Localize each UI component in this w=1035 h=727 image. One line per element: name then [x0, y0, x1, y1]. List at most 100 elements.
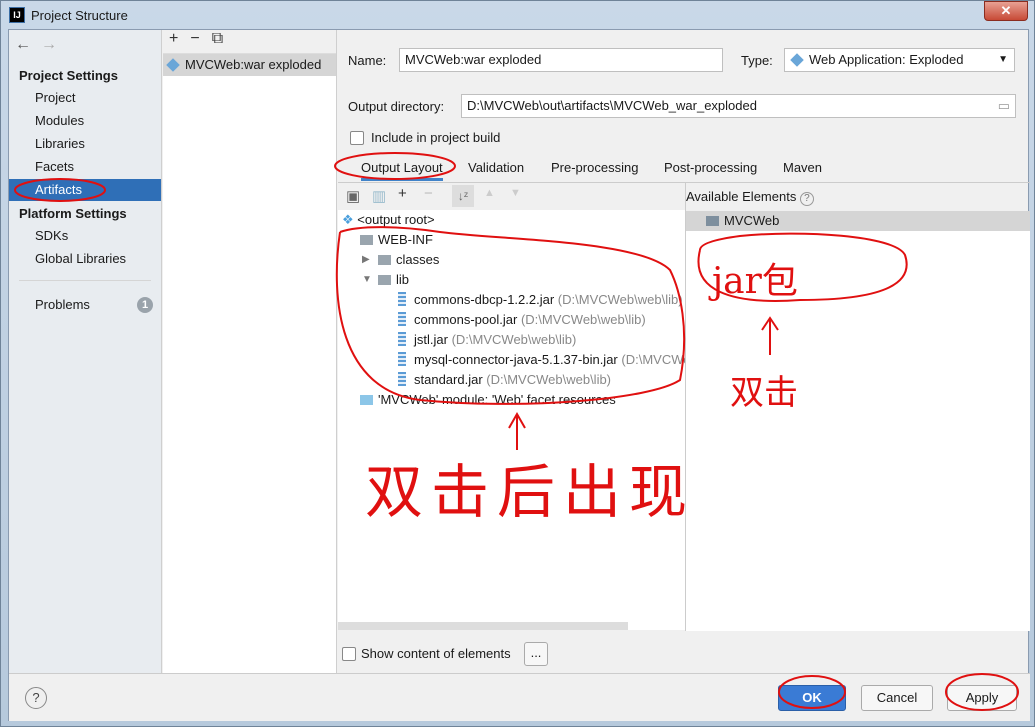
add-copy-icon[interactable]: +: [398, 185, 407, 202]
tree-facet-resources[interactable]: 'MVCWeb' module: 'Web' facet resources: [360, 390, 616, 410]
tree-web-inf[interactable]: WEB-INF: [360, 230, 433, 250]
remove-artifact-button[interactable]: −: [190, 30, 199, 47]
available-elements-title: Available Elements: [686, 189, 797, 204]
sidebar-item-sdks[interactable]: SDKs: [9, 225, 161, 247]
jar-icon: [398, 312, 406, 326]
move-down-icon[interactable]: ▼: [510, 187, 521, 199]
folder-icon: [360, 235, 373, 245]
type-value: Web Application: Exploded: [809, 52, 964, 67]
tree-output-root[interactable]: ❖ <output root>: [342, 210, 435, 230]
close-button[interactable]: ✕: [984, 1, 1028, 21]
collapse-arrow-icon[interactable]: ▼: [362, 274, 372, 285]
available-item-mvcweb[interactable]: MVCWeb: [686, 211, 1030, 231]
show-content-label: Show content of elements: [361, 646, 511, 661]
chevron-down-icon: ▼: [998, 54, 1008, 65]
available-elements-panel: Available Elements ? MVCWeb: [685, 182, 1030, 631]
folder-icon: [378, 275, 391, 285]
title-bar: IJ Project Structure ✕: [1, 1, 1034, 29]
copy-artifact-button[interactable]: ⧉: [212, 30, 223, 47]
tree-classes[interactable]: classes: [378, 250, 439, 270]
output-directory-label: Output directory:: [348, 99, 445, 114]
type-select[interactable]: Web Application: Exploded ▼: [784, 48, 1015, 72]
jar-icon: [398, 372, 406, 386]
tree-jar[interactable]: standard.jar (D:\MVCWeb\web\lib): [398, 370, 611, 390]
jar-name: commons-pool.jar: [414, 312, 518, 327]
name-label: Name:: [348, 53, 387, 68]
sidebar-item-global-libraries[interactable]: Global Libraries: [9, 248, 161, 270]
jar-name: jstl.jar: [414, 332, 448, 347]
tab-bar: Output Layout Validation Pre-processing …: [338, 156, 1030, 182]
output-directory-input[interactable]: D:\MVCWeb\out\artifacts\MVCWeb_war_explo…: [461, 94, 1016, 118]
sidebar: ← → Project Settings Project Modules Libr…: [9, 30, 162, 673]
module-icon: [706, 216, 719, 226]
sidebar-item-artifacts[interactable]: Artifacts: [9, 179, 161, 201]
output-directory-value: D:\MVCWeb\out\artifacts\MVCWeb_war_explo…: [467, 98, 757, 113]
jar-path: (D:\MVCWeb\web\lib): [557, 292, 683, 307]
project-settings-heading: Project Settings: [19, 68, 118, 83]
cancel-button[interactable]: Cancel: [861, 685, 933, 711]
web-app-icon: [790, 53, 804, 67]
web-facet-icon: [360, 395, 373, 405]
include-in-build-label: Include in project build: [371, 130, 501, 145]
jar-name: mysql-connector-java-5.1.37-bin.jar: [414, 352, 618, 367]
tab-post-processing[interactable]: Post-processing: [664, 160, 757, 175]
jar-icon: [398, 352, 406, 366]
tree-jar[interactable]: jstl.jar (D:\MVCWeb\web\lib): [398, 330, 576, 350]
lib-label: lib: [396, 272, 410, 287]
show-content-options-button[interactable]: ...: [524, 642, 548, 666]
ok-button[interactable]: OK: [778, 685, 846, 711]
artifact-list-panel: + − ⧉ MVCWeb:war exploded: [163, 30, 337, 673]
add-archive-icon[interactable]: ▥: [372, 187, 386, 205]
output-root-icon: ❖: [342, 212, 354, 227]
apply-button[interactable]: Apply: [947, 685, 1017, 711]
intellij-icon: IJ: [9, 7, 25, 23]
type-label: Type:: [741, 53, 773, 68]
tab-pre-processing[interactable]: Pre-processing: [551, 160, 638, 175]
tab-validation[interactable]: Validation: [468, 160, 524, 175]
horizontal-scrollbar[interactable]: [338, 622, 628, 630]
dialog-footer: ? OK Cancel Apply: [9, 673, 1030, 721]
sidebar-item-libraries[interactable]: Libraries: [9, 133, 161, 155]
jar-name: standard.jar: [414, 372, 483, 387]
name-input[interactable]: MVCWeb:war exploded: [399, 48, 723, 72]
tree-jar[interactable]: commons-pool.jar (D:\MVCWeb\web\lib): [398, 310, 646, 330]
window-title: Project Structure: [31, 7, 128, 23]
include-in-build-checkbox[interactable]: [350, 131, 364, 145]
tree-jar[interactable]: mysql-connector-java-5.1.37-bin.jar (D:\…: [398, 350, 685, 370]
folder-browse-icon[interactable]: ▭: [998, 95, 1010, 117]
jar-icon: [398, 332, 406, 346]
forward-icon[interactable]: →: [41, 36, 57, 53]
remove-icon[interactable]: −: [424, 185, 433, 202]
artifact-details: Name: MVCWeb:war exploded Type: Web Appl…: [338, 30, 1030, 673]
platform-settings-heading: Platform Settings: [19, 206, 127, 221]
new-directory-icon[interactable]: ▣: [346, 187, 360, 205]
move-up-icon[interactable]: ▲: [484, 187, 495, 199]
jar-path: (D:\MVCWeb\web\lib): [486, 372, 612, 387]
sidebar-item-facets[interactable]: Facets: [9, 156, 161, 178]
jar-path: (D:\MVCWeb\web\lib): [520, 312, 646, 327]
tab-maven[interactable]: Maven: [783, 160, 822, 175]
sort-icon[interactable]: ↓ᶻ: [452, 185, 474, 207]
sidebar-item-project[interactable]: Project: [9, 87, 161, 109]
web-artifact-icon: [166, 58, 180, 72]
expand-arrow-icon[interactable]: ▶: [362, 254, 370, 265]
artifact-item[interactable]: MVCWeb:war exploded: [163, 54, 336, 76]
web-inf-label: WEB-INF: [378, 232, 433, 247]
folder-icon: [378, 255, 391, 265]
add-artifact-button[interactable]: +: [169, 30, 178, 47]
tree-lib[interactable]: lib: [378, 270, 409, 290]
classes-label: classes: [396, 252, 440, 267]
sidebar-item-modules[interactable]: Modules: [9, 110, 161, 132]
jar-name: commons-dbcp-1.2.2.jar: [414, 292, 555, 307]
help-icon[interactable]: ?: [799, 192, 814, 206]
help-button[interactable]: ?: [25, 687, 47, 709]
tab-output-layout[interactable]: Output Layout: [361, 160, 443, 181]
available-item-label: MVCWeb: [724, 213, 780, 228]
show-content-checkbox[interactable]: [342, 647, 356, 661]
back-icon[interactable]: ←: [15, 36, 31, 53]
jar-path: (D:\MVCWeb: [621, 352, 685, 367]
tree-jar[interactable]: commons-dbcp-1.2.2.jar (D:\MVCWeb\web\li…: [398, 290, 683, 310]
output-layout-tree: ❖ <output root> WEB-INF ▶ classes ▼ lib …: [338, 210, 685, 630]
output-root-label: <output root>: [357, 212, 435, 227]
sidebar-item-problems[interactable]: Problems 1: [9, 294, 161, 316]
